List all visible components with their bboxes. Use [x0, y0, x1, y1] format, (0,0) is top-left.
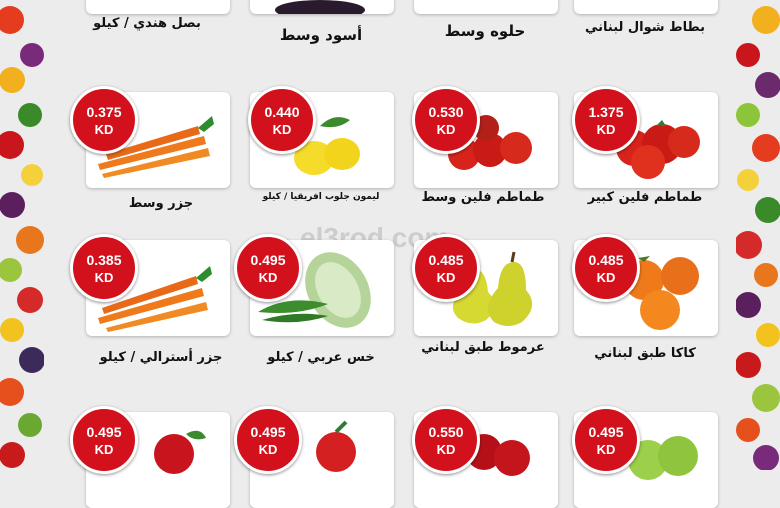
product-card[interactable]: 0.495 KD [234, 406, 394, 508]
price-badge: 0.530 KD [412, 86, 480, 154]
currency-label: KD [596, 122, 616, 137]
price-badge: 0.495 KD [572, 406, 640, 474]
price-value: 1.375 [588, 104, 624, 120]
product-name: طماطم فلين وسط [421, 190, 545, 205]
currency-label: KD [94, 122, 114, 137]
currency-label: KD [94, 442, 114, 457]
product-name: طماطم فلين كبير [587, 190, 703, 205]
product-card[interactable]: 0.495 KD [572, 406, 718, 508]
currency-label: KD [436, 442, 456, 457]
product-name: خس عربي / كيلو [267, 350, 375, 365]
product-name: ليمون جلوب افريقيا / كيلو [262, 192, 380, 202]
price-badge: 1.375 KD [572, 86, 640, 154]
currency-label: KD [258, 270, 278, 285]
fruit-border-left [0, 0, 44, 470]
price-badge: 0.495 KD [234, 234, 302, 302]
product-card-top-4[interactable] [86, 0, 230, 14]
price-badge: 0.495 KD [70, 406, 138, 474]
product-name-top-1: بطاط شوال لبناني [584, 20, 706, 35]
product-card[interactable]: 0.495 KD [234, 234, 394, 336]
product-card[interactable]: 1.375 KD [572, 86, 718, 188]
price-badge: 0.440 KD [248, 86, 316, 154]
currency-label: KD [272, 122, 292, 137]
product-card[interactable]: 0.530 KD [412, 86, 558, 188]
currency-label: KD [94, 270, 114, 285]
price-value: 0.530 [428, 104, 464, 120]
price-value: 0.495 [86, 424, 122, 440]
price-value: 0.375 [86, 104, 122, 120]
currency-label: KD [436, 122, 456, 137]
product-card[interactable]: 0.440 KD [248, 86, 394, 188]
price-value: 0.495 [588, 424, 624, 440]
fruit-border-right [736, 0, 780, 470]
price-badge: 0.485 KD [412, 234, 480, 302]
product-name: جزر وسط [128, 196, 194, 211]
product-name: جزر أسترالي / كيلو [99, 350, 223, 365]
product-card-top-2[interactable] [414, 0, 558, 14]
price-value: 0.385 [86, 252, 122, 268]
price-badge: 0.485 KD [572, 234, 640, 302]
currency-label: KD [258, 442, 278, 457]
product-name: كاكا طبق لبناني [594, 346, 696, 361]
price-value: 0.550 [428, 424, 464, 440]
product-card[interactable]: 0.495 KD [70, 406, 230, 508]
price-badge: 0.550 KD [412, 406, 480, 474]
product-name-top-2: حلوه وسط [444, 22, 526, 40]
eggplant-image [275, 0, 365, 14]
product-name-top-3: أسود وسط [279, 26, 363, 44]
currency-label: KD [596, 442, 616, 457]
product-card[interactable]: 0.385 KD [70, 234, 230, 336]
price-value: 0.495 [250, 252, 286, 268]
price-value: 0.485 [428, 252, 464, 268]
price-value: 0.485 [588, 252, 624, 268]
price-badge: 0.375 KD [70, 86, 138, 154]
price-badge: 0.495 KD [234, 406, 302, 474]
product-card[interactable]: 0.485 KD [412, 234, 558, 336]
product-card[interactable]: 0.485 KD [572, 234, 718, 336]
price-value: 0.495 [250, 424, 286, 440]
product-card-top-1[interactable] [574, 0, 718, 14]
product-name-top-4: بصل هندي / كيلو [93, 16, 201, 31]
product-card[interactable]: 0.550 KD [412, 406, 558, 508]
product-name: عرموط طبق لبناني [421, 340, 545, 355]
price-value: 0.440 [264, 104, 300, 120]
price-badge: 0.385 KD [70, 234, 138, 302]
product-card[interactable]: 0.375 KD [70, 86, 230, 188]
currency-label: KD [436, 270, 456, 285]
currency-label: KD [596, 270, 616, 285]
product-card-top-3[interactable] [250, 0, 394, 14]
